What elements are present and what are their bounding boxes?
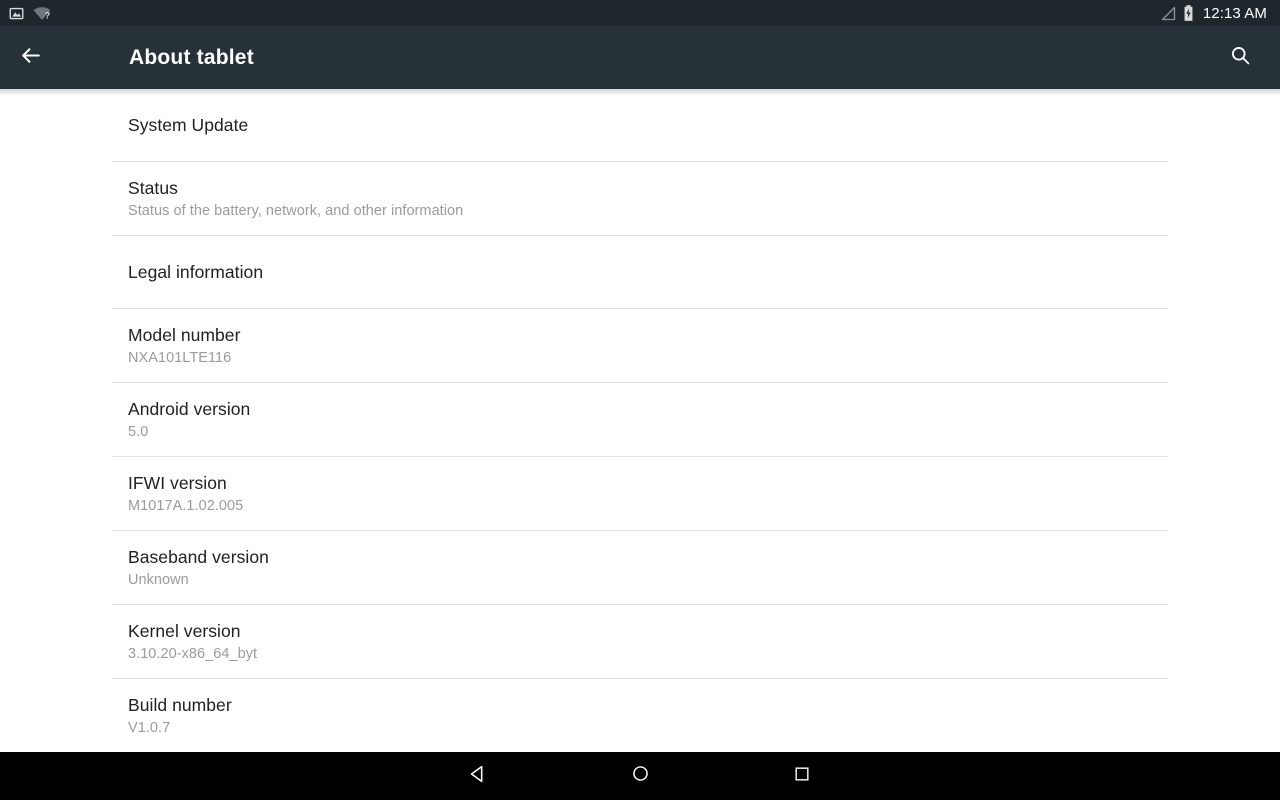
navigation-bar: [0, 752, 1280, 800]
list-item-title: Kernel version: [128, 620, 241, 641]
list-item-title: Legal information: [128, 262, 264, 282]
page-title: About tablet: [129, 45, 254, 69]
list-item-summary: Unknown: [128, 571, 189, 588]
status-bar-right: 12:13 AM: [1161, 5, 1271, 22]
list-item-summary: NXA101LTE116: [128, 349, 232, 366]
battery-charging-icon: [1183, 5, 1194, 21]
nav-home-icon: [630, 763, 651, 789]
android-about-tablet-screen: ? 12:13 AM About tablet System Update St…: [0, 0, 1280, 800]
list-item-status[interactable]: Status Status of the battery, network, a…: [112, 162, 1168, 236]
list-item-build-number[interactable]: Build number V1.0.7: [112, 679, 1168, 752]
list-item-title: Build number: [128, 694, 232, 715]
list-item-kernel-version[interactable]: Kernel version 3.10.20-x86_64_byt: [112, 605, 1168, 679]
action-bar: About tablet: [0, 26, 1280, 89]
back-button[interactable]: [2, 26, 58, 89]
screenshot-icon: [9, 6, 24, 21]
list-item-title: Model number: [128, 324, 241, 345]
list-item-title: Status: [128, 177, 178, 198]
nav-recents-button[interactable]: [721, 752, 883, 800]
list-item-summary: 3.10.20-x86_64_byt: [128, 645, 258, 662]
list-item-summary: Status of the battery, network, and othe…: [128, 202, 464, 219]
list-item-title: System Update: [128, 115, 249, 135]
cellular-signal-icon: [1161, 6, 1176, 21]
search-icon: [1229, 44, 1252, 72]
list-item-summary: M1017A.1.02.005: [128, 497, 244, 514]
list-item-ifwi-version[interactable]: IFWI version M1017A.1.02.005: [112, 457, 1168, 531]
list-item-baseband-version[interactable]: Baseband version Unknown: [112, 531, 1168, 605]
nav-home-button[interactable]: [559, 752, 721, 800]
search-button[interactable]: [1212, 26, 1268, 89]
status-bar-clock: 12:13 AM: [1202, 4, 1267, 22]
about-tablet-list: System Update Status Status of the batte…: [0, 89, 1280, 752]
list-item-summary: 5.0: [128, 423, 149, 440]
status-bar: ? 12:13 AM: [0, 0, 1280, 26]
nav-back-icon: [467, 763, 489, 790]
status-bar-left-icons: ?: [9, 6, 1161, 21]
list-item-android-version[interactable]: Android version 5.0: [112, 383, 1168, 457]
back-arrow-icon: [18, 43, 43, 73]
wifi-unknown-icon: ?: [33, 6, 51, 21]
list-item-summary: V1.0.7: [128, 719, 171, 736]
svg-text:?: ?: [45, 10, 51, 20]
list-item-model-number[interactable]: Model number NXA101LTE116: [112, 309, 1168, 383]
list-item-system-update[interactable]: System Update: [112, 89, 1168, 162]
list-item-title: Android version: [128, 398, 251, 419]
nav-recents-icon: [792, 764, 812, 789]
nav-back-button[interactable]: [397, 752, 559, 800]
list-item-title: Baseband version: [128, 546, 269, 567]
list-item-legal-information[interactable]: Legal information: [112, 236, 1168, 309]
list-item-title: IFWI version: [128, 472, 227, 493]
